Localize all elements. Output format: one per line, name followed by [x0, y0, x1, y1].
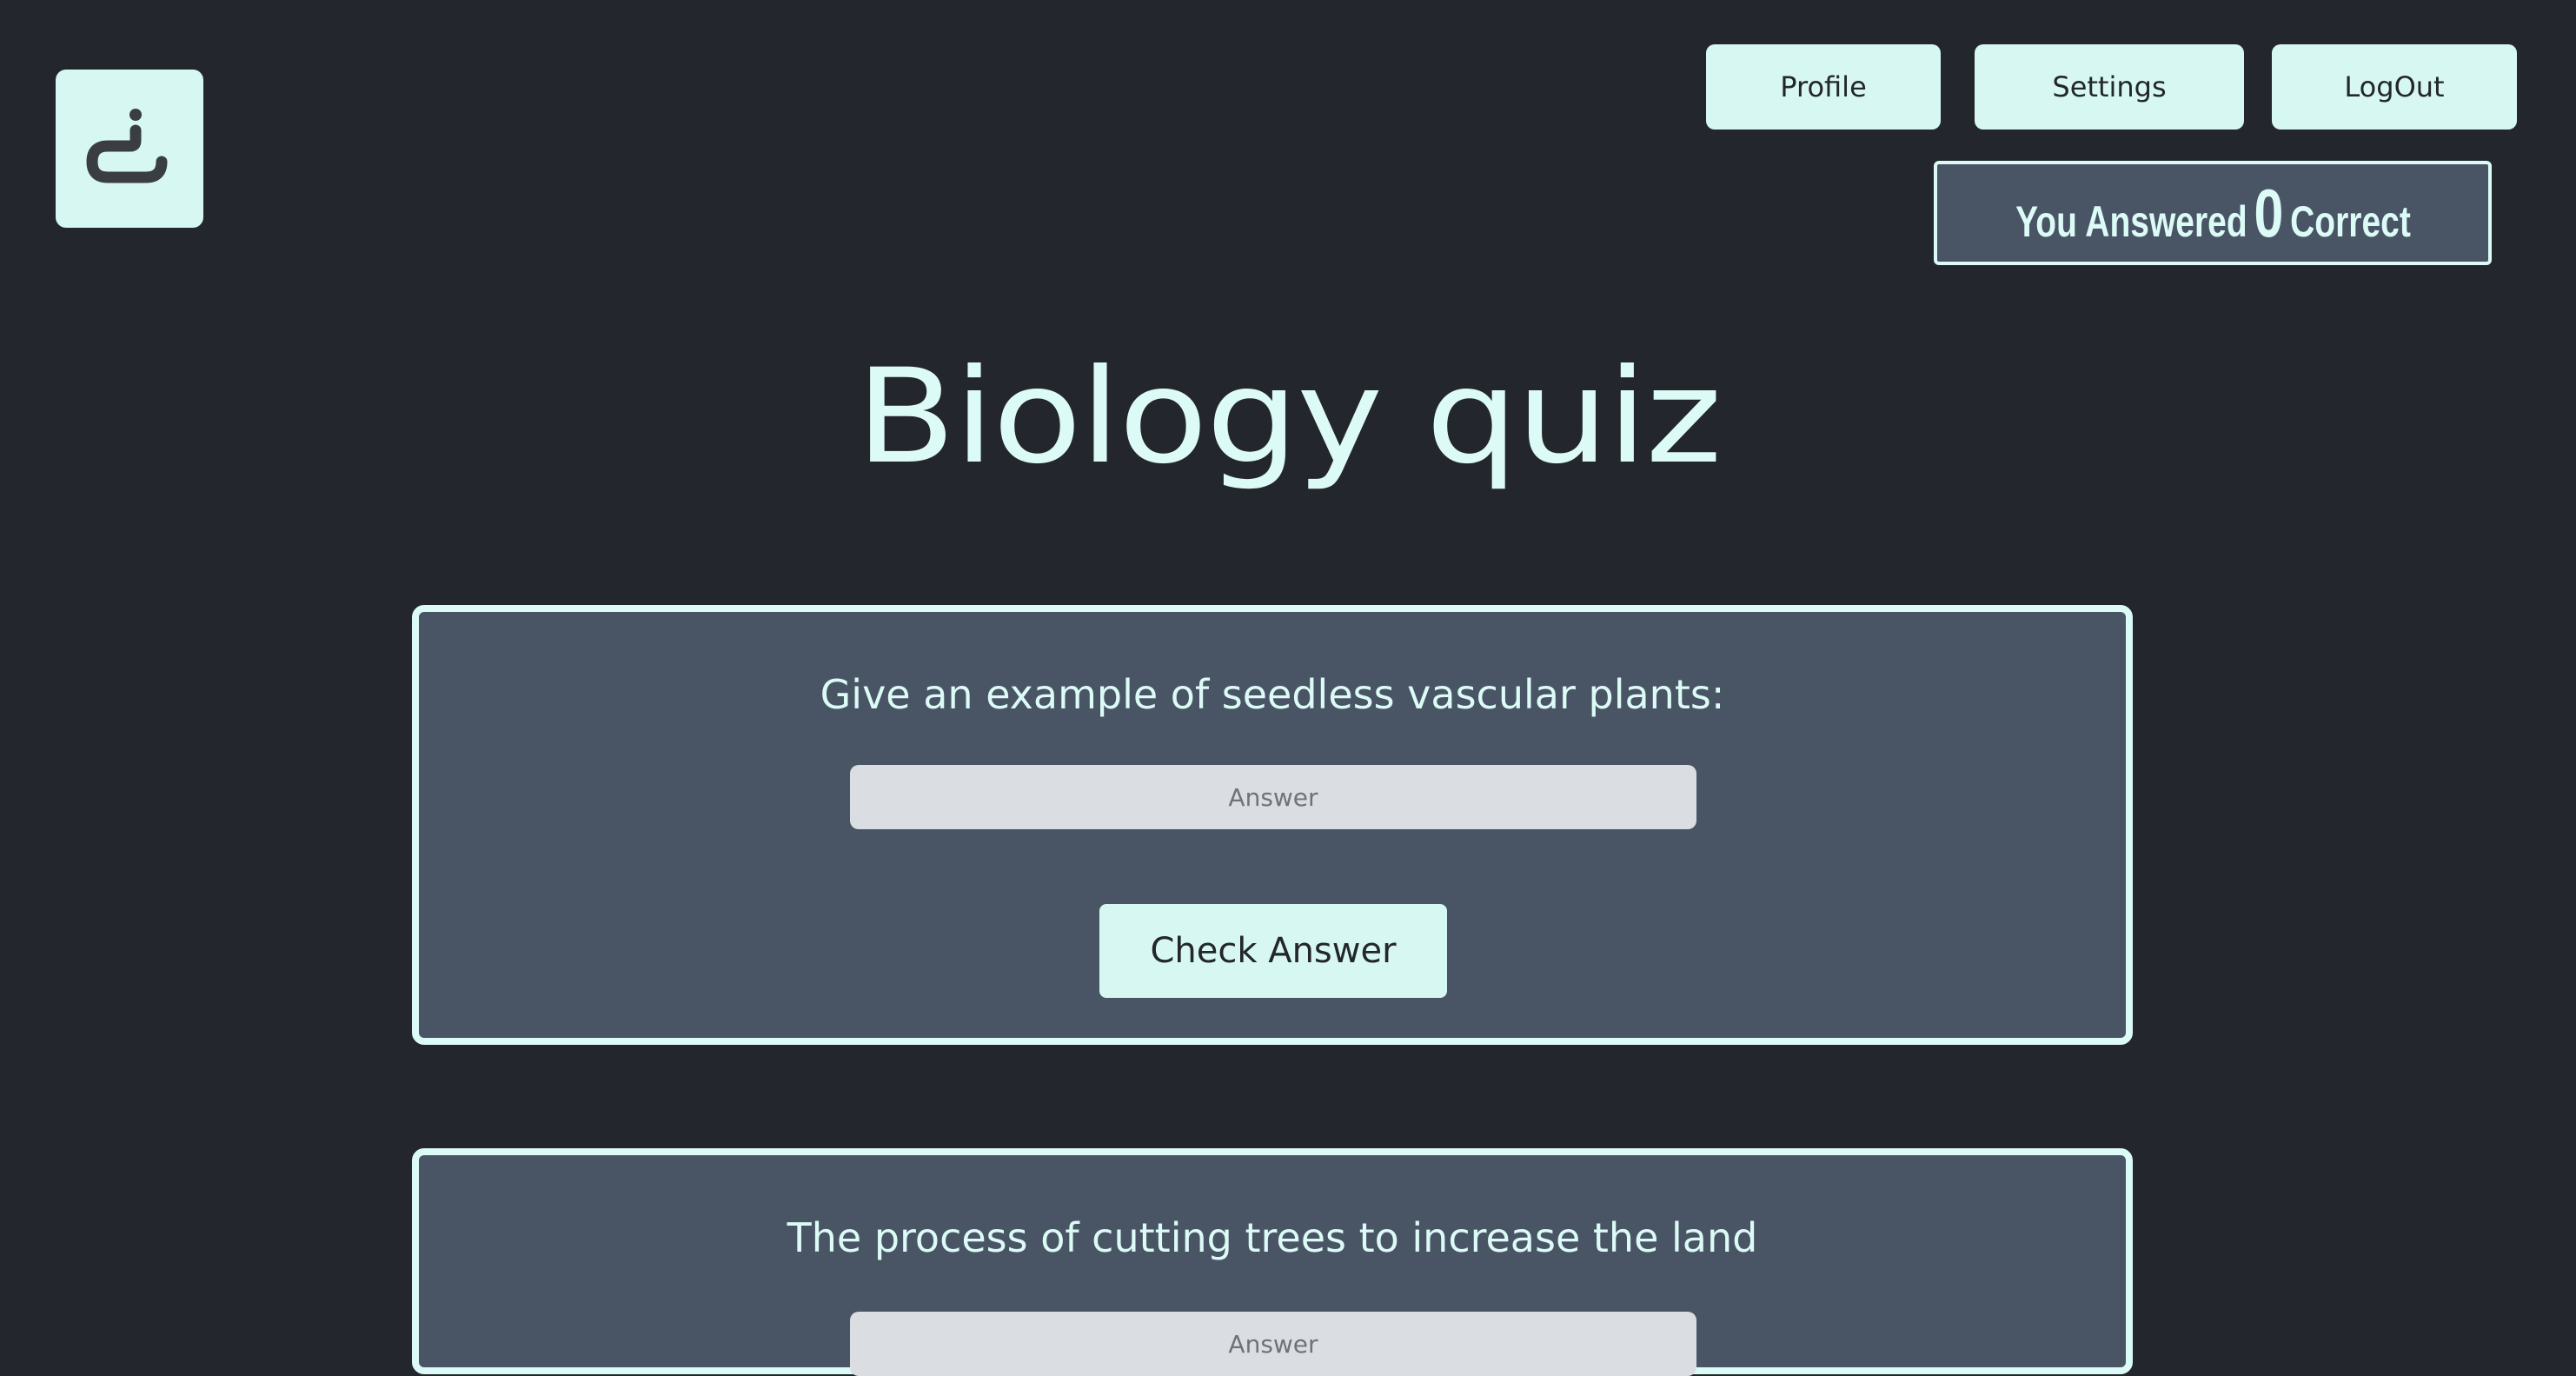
score-prefix: You Answered — [2015, 196, 2247, 246]
answer-input[interactable] — [850, 765, 1696, 829]
question-card: Give an example of seedless vascular pla… — [412, 605, 2133, 1045]
score-suffix: Correct — [2289, 196, 2411, 246]
logout-button[interactable]: LogOut — [2272, 44, 2517, 130]
answer-input[interactable] — [850, 1312, 1696, 1376]
question-text: The process of cutting trees to increase… — [787, 1214, 1758, 1261]
question-card: The process of cutting trees to increase… — [412, 1148, 2133, 1376]
settings-button[interactable]: Settings — [1975, 44, 2244, 130]
score-count: 0 — [2253, 174, 2283, 251]
app-logo-icon — [86, 109, 168, 183]
score-display: You Answered 0 Correct — [1934, 161, 2492, 265]
check-answer-button[interactable]: Check Answer — [1099, 904, 1447, 998]
page-title: Biology quiz — [855, 342, 1723, 493]
score-text: You Answered 0 Correct — [2015, 174, 2411, 253]
profile-button[interactable]: Profile — [1706, 44, 1941, 130]
question-text: Give an example of seedless vascular pla… — [820, 671, 1725, 718]
app-logo[interactable] — [56, 70, 203, 228]
